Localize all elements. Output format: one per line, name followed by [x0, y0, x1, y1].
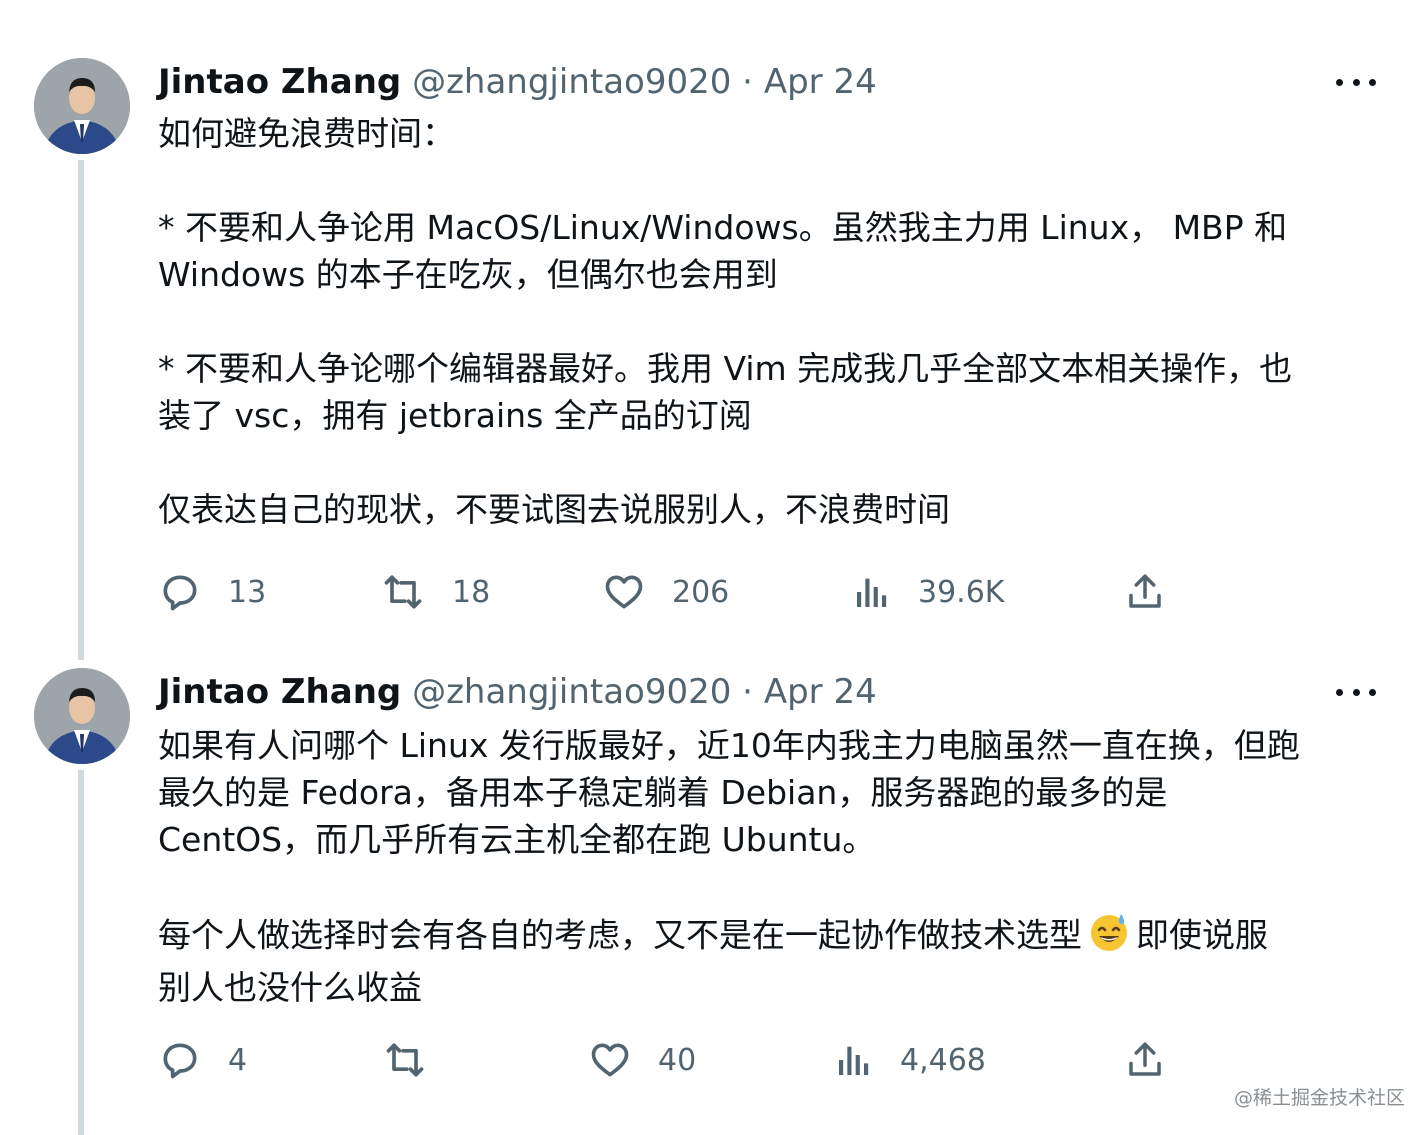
avatar[interactable]	[34, 58, 130, 154]
share-button[interactable]	[1124, 570, 1166, 614]
reply-icon	[163, 1043, 197, 1079]
author-name[interactable]: Jintao Zhang	[158, 62, 401, 102]
reply-count: 4	[228, 1042, 248, 1078]
like-count: 206	[672, 574, 730, 610]
more-icon[interactable]	[1336, 72, 1376, 92]
share-icon	[1129, 1042, 1161, 1076]
text-line: 如何避免浪费时间：	[158, 114, 455, 153]
avatar[interactable]	[34, 668, 130, 764]
text-segment: 每个人做选择时会有各自的考虑，又不是在一起协作做技术选型	[158, 915, 1082, 955]
retweet-button[interactable]: 18	[380, 570, 490, 614]
like-icon	[605, 575, 643, 609]
tweet-header: Jintao Zhang @zhangjintao9020 · Apr 24	[158, 670, 877, 714]
reply-count: 13	[228, 574, 267, 610]
text-line: * 不要和人争论用 MacOS/Linux/Windows。虽然我主力用 Lin…	[158, 208, 1288, 247]
views-button[interactable]: 4,468	[834, 1038, 986, 1082]
more-icon[interactable]	[1336, 682, 1376, 702]
tweet-actions: 13 18 206 39.6K	[158, 570, 1378, 614]
text-line: 装了 vsc，拥有 jetbrains 全产品的订阅	[158, 396, 752, 435]
like-icon	[591, 1043, 629, 1077]
text-line: 最久的是 Fedora，备用本子稳定躺着 Debian，服务器跑的最多的是	[158, 773, 1168, 812]
text-line: 如果有人问哪个 Linux 发行版最好，近10年内我主力电脑虽然一直在换，但跑	[158, 726, 1300, 765]
tweet-date[interactable]: Apr 24	[764, 672, 877, 712]
views-button[interactable]: 39.6K	[852, 570, 1004, 614]
tweet-text: 如何避免浪费时间： * 不要和人争论用 MacOS/Linux/Windows。…	[158, 110, 1388, 533]
tweet-header: Jintao Zhang @zhangjintao9020 · Apr 24	[158, 60, 877, 104]
text-segment: 即使说服	[1136, 915, 1268, 955]
retweet-count: 18	[452, 574, 491, 610]
text-line: * 不要和人争论哪个编辑器最好。我用 Vim 完成我几乎全部文本相关操作，也	[158, 349, 1293, 388]
retweet-icon	[386, 1043, 424, 1077]
retweet-button[interactable]	[382, 1038, 454, 1082]
like-count: 40	[658, 1042, 697, 1078]
retweet-icon	[384, 575, 422, 609]
like-button[interactable]: 206	[602, 570, 729, 614]
reply-icon	[163, 575, 197, 611]
text-line: 别人也没什么收益	[158, 968, 422, 1007]
text-line: 每个人做选择时会有各自的考虑，又不是在一起协作做技术选型 即使说服	[158, 910, 1388, 964]
tweet-date[interactable]: Apr 24	[764, 62, 877, 102]
reply-button[interactable]: 13	[158, 570, 266, 614]
text-line: Windows 的本子在吃灰，但偶尔也会用到	[158, 255, 778, 294]
watermark: @稀土掘金技术社区	[1234, 1087, 1406, 1109]
separator: ·	[731, 672, 764, 712]
text-line: 仅表达自己的现状，不要试图去说服别人，不浪费时间	[158, 490, 950, 529]
share-icon	[1129, 574, 1161, 608]
sweat-smile-emoji	[1088, 910, 1130, 964]
author-handle[interactable]: @zhangjintao9020	[412, 672, 731, 712]
like-button[interactable]: 40	[588, 1038, 696, 1082]
thread-line	[78, 160, 84, 660]
views-icon	[839, 1046, 869, 1075]
view-count: 4,468	[900, 1042, 986, 1078]
separator: ·	[731, 62, 764, 102]
text-line: CentOS，而几乎所有云主机全都在跑 Ubuntu。	[158, 820, 876, 859]
author-name[interactable]: Jintao Zhang	[158, 672, 401, 712]
tweet-actions: 4 40 4,468	[158, 1038, 1378, 1082]
tweet-text: 如果有人问哪个 Linux 发行版最好，近10年内我主力电脑虽然一直在换，但跑 …	[158, 722, 1388, 1011]
reply-button[interactable]: 4	[158, 1038, 247, 1082]
author-handle[interactable]: @zhangjintao9020	[412, 62, 731, 102]
share-button[interactable]	[1124, 1038, 1166, 1082]
view-count: 39.6K	[918, 574, 1005, 610]
thread-line	[78, 770, 84, 1135]
views-icon	[857, 578, 887, 607]
